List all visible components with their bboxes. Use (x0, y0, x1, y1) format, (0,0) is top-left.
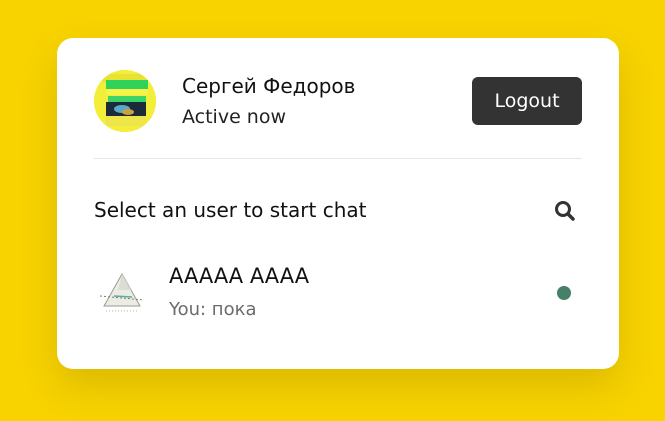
header-divider (94, 158, 582, 159)
user-name: Сергей Федоров (182, 74, 356, 98)
last-message: You: пока (169, 299, 257, 320)
user-status: Active now (182, 106, 287, 128)
triangle-logo-icon (94, 266, 150, 322)
logout-button[interactable]: Logout (472, 77, 582, 125)
online-status-dot (557, 286, 571, 300)
search-button[interactable] (548, 194, 582, 228)
user-avatar (94, 70, 156, 132)
contact-avatar (94, 266, 150, 322)
user-avatar-image (94, 70, 156, 132)
search-prompt: Select an user to start chat (94, 198, 367, 222)
search-icon (555, 201, 575, 221)
contact-name: AAAAA AAAA (169, 264, 310, 288)
search-bar: Select an user to start chat (94, 188, 582, 232)
chat-panel: Сергей Федоров Active now Logout Select … (57, 38, 619, 369)
user-list-item[interactable]: AAAAA AAAA You: пока (94, 260, 582, 330)
user-header: Сергей Федоров Active now Logout (57, 38, 619, 158)
